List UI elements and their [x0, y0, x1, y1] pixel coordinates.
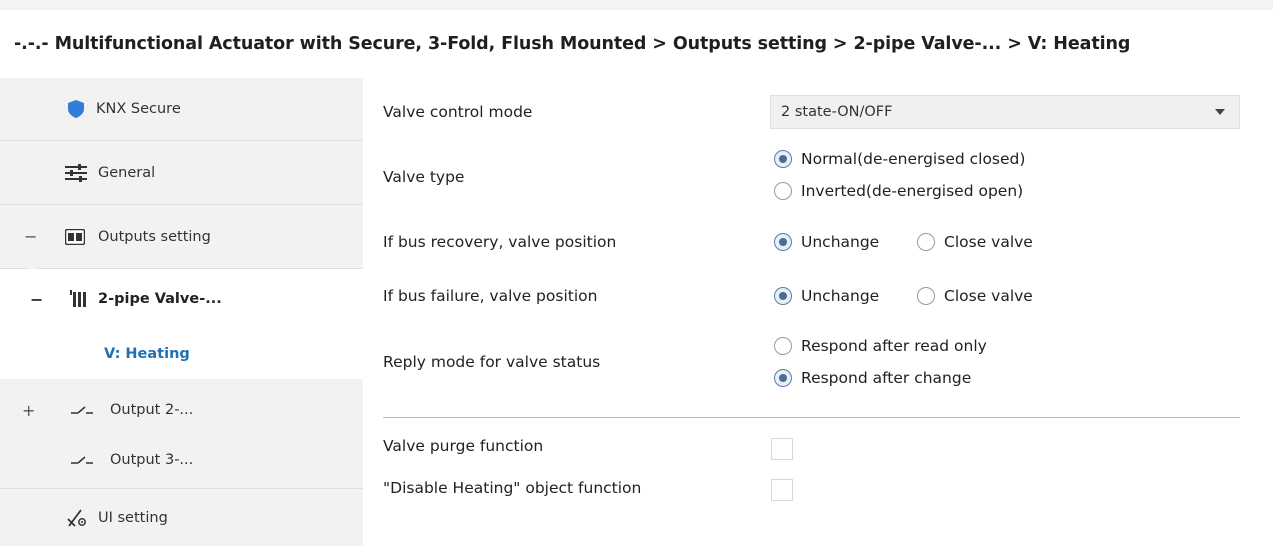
- valve-control-mode-label: Valve control mode: [383, 103, 533, 121]
- top-strip: [0, 0, 1273, 10]
- bus-recovery-option-close-valve[interactable]: Close valve: [917, 233, 1033, 251]
- sidebar-item-output-3[interactable]: Output 3-...: [0, 435, 363, 485]
- sidebar-item-v-heating[interactable]: V: Heating: [0, 329, 363, 379]
- valve-type-option-normal[interactable]: Normal(de-energised closed): [774, 150, 1025, 168]
- collapse-icon[interactable]: −: [24, 227, 37, 246]
- radio-label: Unchange: [801, 233, 880, 251]
- bus-failure-option-close-valve[interactable]: Close valve: [917, 287, 1033, 305]
- reply-mode-option-after-change[interactable]: Respond after change: [774, 369, 971, 387]
- sidebar-item-label: Output 2-...: [110, 402, 194, 418]
- disable-heating-checkbox[interactable]: [771, 479, 793, 501]
- valve-purge-checkbox[interactable]: [771, 438, 793, 460]
- expand-icon[interactable]: +: [22, 401, 35, 420]
- breadcrumb: -.-.- Multifunctional Actuator with Secu…: [0, 10, 1273, 78]
- sidebar-item-label: V: Heating: [104, 346, 190, 362]
- bus-recovery-option-unchange[interactable]: Unchange: [774, 233, 879, 251]
- switch-icon: [70, 403, 94, 417]
- sidebar-item-label: KNX Secure: [96, 101, 181, 117]
- switch-icon: [70, 453, 94, 467]
- reply-mode-label: Reply mode for valve status: [383, 353, 601, 371]
- sidebar-item-label: UI setting: [98, 509, 168, 526]
- outputs-icon: [64, 227, 86, 247]
- sidebar-item-ui-setting[interactable]: UI setting: [0, 489, 363, 546]
- chevron-down-icon: [1215, 109, 1225, 115]
- parameter-panel: Valve control mode 2 state-ON/OFF Valve …: [363, 78, 1273, 546]
- radio-unselected[interactable]: [774, 182, 792, 200]
- sidebar-item-output-2[interactable]: + Output 2-...: [0, 385, 363, 435]
- radio-label: Respond after change: [801, 369, 972, 387]
- radio-label: Respond after read only: [801, 337, 987, 355]
- radio-selected[interactable]: [774, 233, 792, 251]
- sidebar-item-label: Output 3-...: [110, 452, 194, 468]
- radio-unselected[interactable]: [917, 287, 935, 305]
- valve-type-label: Valve type: [383, 168, 465, 186]
- radio-selected[interactable]: [774, 369, 792, 387]
- collapse-icon[interactable]: −: [30, 290, 43, 309]
- valve-control-mode-select[interactable]: 2 state-ON/OFF: [770, 95, 1240, 129]
- radio-label: Unchange: [801, 287, 880, 305]
- bus-failure-label: If bus failure, valve position: [383, 287, 598, 305]
- disable-heating-label: "Disable Heating" object function: [383, 479, 642, 497]
- sidebar-item-label: 2-pipe Valve-...: [98, 291, 222, 307]
- radio-label: Close valve: [944, 287, 1033, 305]
- valve-type-option-inverted[interactable]: Inverted(de-energised open): [774, 182, 1023, 200]
- sidebar-item-knx-secure[interactable]: KNX Secure: [0, 78, 363, 140]
- reply-mode-option-read-only[interactable]: Respond after read only: [774, 337, 987, 355]
- radio-label: Inverted(de-energised open): [801, 182, 1024, 200]
- radio-selected[interactable]: [774, 150, 792, 168]
- sidebar: KNX Secure General − Outputs setting − 2…: [0, 78, 363, 546]
- radio-selected[interactable]: [774, 287, 792, 305]
- bus-recovery-label: If bus recovery, valve position: [383, 233, 617, 251]
- radio-unselected[interactable]: [774, 337, 792, 355]
- shield-icon: [66, 99, 86, 119]
- sidebar-item-2-pipe-valve[interactable]: − 2-pipe Valve-...: [0, 269, 363, 329]
- sidebar-item-label: General: [98, 164, 156, 181]
- radiator-icon: [68, 289, 90, 309]
- sidebar-item-general[interactable]: General: [0, 141, 363, 204]
- valve-purge-label: Valve purge function: [383, 437, 544, 455]
- valve-control-mode-value: 2 state-ON/OFF: [781, 104, 893, 120]
- sidebar-item-label: Outputs setting: [98, 228, 211, 245]
- radio-label: Normal(de-energised closed): [801, 150, 1026, 168]
- sidebar-item-outputs-setting[interactable]: − Outputs setting: [0, 205, 363, 268]
- sliders-icon: [64, 163, 88, 183]
- bus-failure-option-unchange[interactable]: Unchange: [774, 287, 879, 305]
- section-divider: [383, 417, 1240, 418]
- radio-unselected[interactable]: [917, 233, 935, 251]
- ui-setting-icon: [66, 508, 88, 528]
- radio-label: Close valve: [944, 233, 1033, 251]
